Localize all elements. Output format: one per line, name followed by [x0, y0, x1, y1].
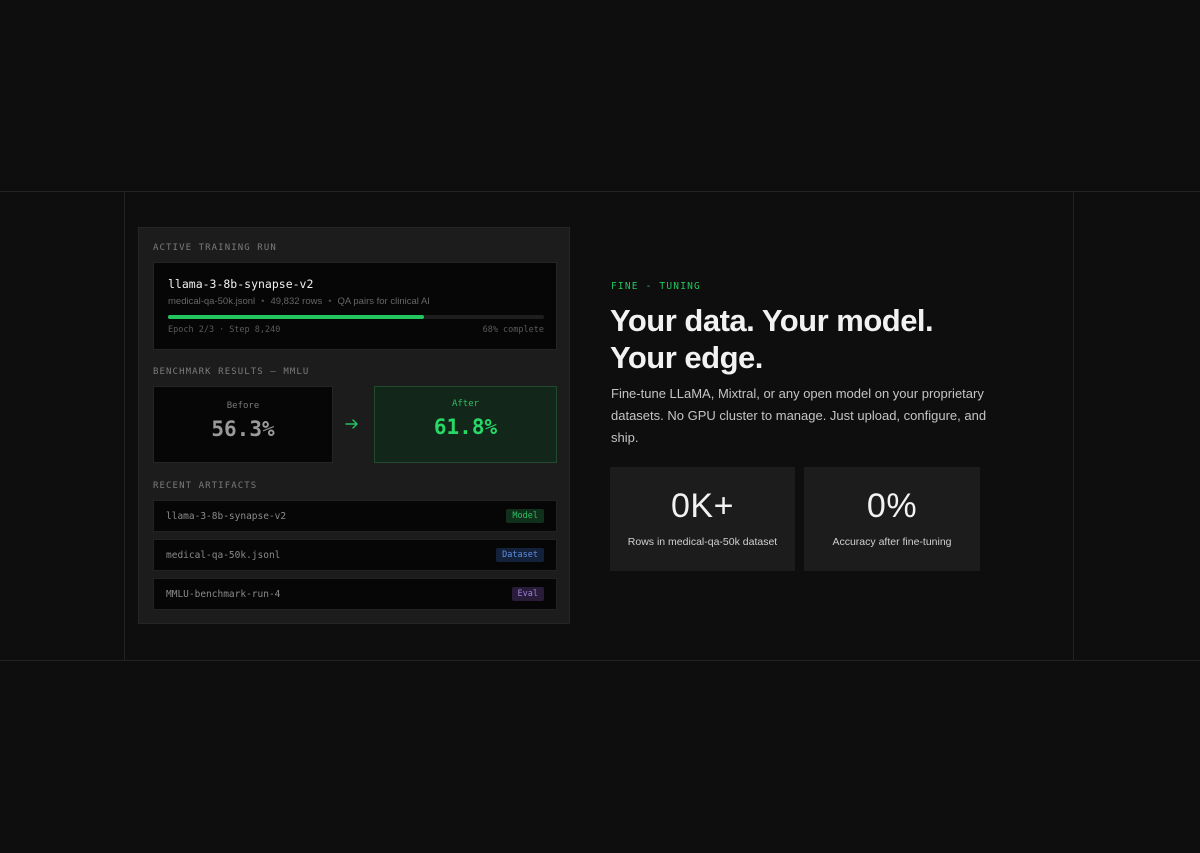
artifact-name: llama-3-8b-synapse-v2 — [166, 511, 287, 522]
stat-label: Accuracy after fine-tuning — [832, 536, 952, 548]
run-rows: 49,832 rows — [270, 296, 323, 307]
artifact-row-eval[interactable]: MMLU-benchmark-run-4 Eval — [153, 578, 557, 610]
benchmark-after-label: After — [451, 399, 480, 409]
run-meta: medical-qa-50k.jsonl • 49,832 rows • QA pair… — [168, 296, 430, 307]
page: ACTIVE TRAINING RUN llama-3-8b-synapse-v… — [0, 0, 1200, 853]
hero-description: Fine-tune LLaMA, Mixtral, or any open mo… — [611, 386, 987, 445]
run-epoch: Epoch 2/3 — [168, 325, 215, 335]
benchmark-before-value: 56.3% — [211, 417, 275, 441]
run-complete: 68% complete — [482, 325, 544, 335]
training-progress-bar — [168, 315, 544, 319]
run-name: llama-3-8b-synapse-v2 — [168, 277, 314, 291]
artifact-row-dataset[interactable]: medical-qa-50k.jsonl Dataset — [153, 539, 557, 571]
benchmark-after-value: 61.8% — [433, 415, 498, 439]
run-description: QA pairs for clinical AI — [337, 296, 430, 307]
artifacts-section-label: RECENT ARTIFACTS — [153, 481, 258, 491]
hero-headline-line1: Your data. Your model. — [610, 303, 934, 338]
frame-line-top — [0, 191, 1200, 192]
stat-label: Rows in medical-qa-50k dataset — [627, 536, 778, 548]
stat-value: 0% — [866, 487, 918, 525]
benchmark-section-label: BENCHMARK RESULTS — MMLU — [153, 367, 310, 377]
frame-line-bottom — [0, 660, 1200, 661]
hero-headline: Your data. Your model. Your edge. — [610, 302, 1030, 376]
run-dataset-file: medical-qa-50k.jsonl — [168, 296, 256, 307]
stat-card-rows: 0K+ Rows in medical-qa-50k dataset — [610, 467, 795, 571]
training-panel: ACTIVE TRAINING RUN llama-3-8b-synapse-v… — [138, 227, 570, 624]
artifact-tag-eval: Eval — [511, 587, 544, 601]
hero-eyebrow: FINE - TUNING — [611, 281, 701, 292]
run-step: Step 8,240 — [229, 325, 281, 335]
training-progress-fill — [168, 315, 424, 319]
training-run-card[interactable]: llama-3-8b-synapse-v2 medical-qa-50k.jso… — [153, 262, 557, 350]
artifact-name: MMLU-benchmark-run-4 — [166, 589, 281, 600]
hero-headline-line2: Your edge. — [610, 340, 763, 375]
run-epoch-step: Epoch 2/3 · Step 8,240 — [168, 325, 281, 335]
arrow-right-icon — [345, 419, 358, 429]
artifact-row-model[interactable]: llama-3-8b-synapse-v2 Model — [153, 500, 557, 532]
frame-line-left — [124, 191, 125, 661]
benchmark-after-card: After 61.8% — [374, 386, 557, 463]
frame-line-right — [1073, 191, 1074, 661]
artifact-name: medical-qa-50k.jsonl — [166, 550, 281, 561]
stat-value: 0K+ — [671, 487, 734, 525]
benchmark-before-card: Before 56.3% — [153, 386, 333, 463]
stat-card-accuracy: 0% Accuracy after fine-tuning — [804, 467, 980, 571]
benchmark-before-label: Before — [226, 401, 260, 411]
training-section-label: ACTIVE TRAINING RUN — [153, 243, 277, 253]
artifact-tag-model: Model — [506, 509, 544, 523]
artifact-tag-dataset: Dataset — [496, 548, 544, 562]
